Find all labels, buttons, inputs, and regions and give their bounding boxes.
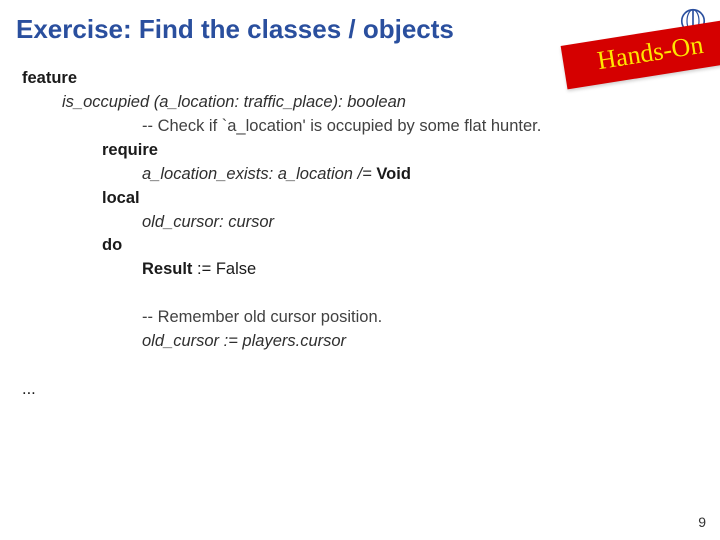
- ellipsis: ...: [22, 378, 700, 402]
- comment-line-2: -- Remember old cursor position.: [22, 306, 700, 330]
- void-keyword: Void: [376, 165, 411, 183]
- result-line: Result := False: [22, 258, 700, 282]
- code-block: feature is_occupied (a_location: traffic…: [0, 45, 720, 402]
- local-keyword: local: [22, 187, 700, 211]
- local-body: old_cursor: cursor: [22, 211, 700, 235]
- result-keyword: Result: [142, 260, 192, 278]
- page-number: 9: [698, 514, 706, 530]
- assign-line: old_cursor := players.cursor: [22, 330, 700, 354]
- result-rest: := False: [192, 260, 256, 278]
- signature-line: is_occupied (a_location: traffic_place):…: [22, 91, 700, 115]
- comment-line-1: -- Check if `a_location' is occupied by …: [22, 115, 700, 139]
- do-keyword: do: [22, 234, 700, 258]
- require-keyword: require: [22, 139, 700, 163]
- require-body: a_location_exists: a_location /= Void: [22, 163, 700, 187]
- require-expression: a_location_exists: a_location /=: [142, 165, 376, 183]
